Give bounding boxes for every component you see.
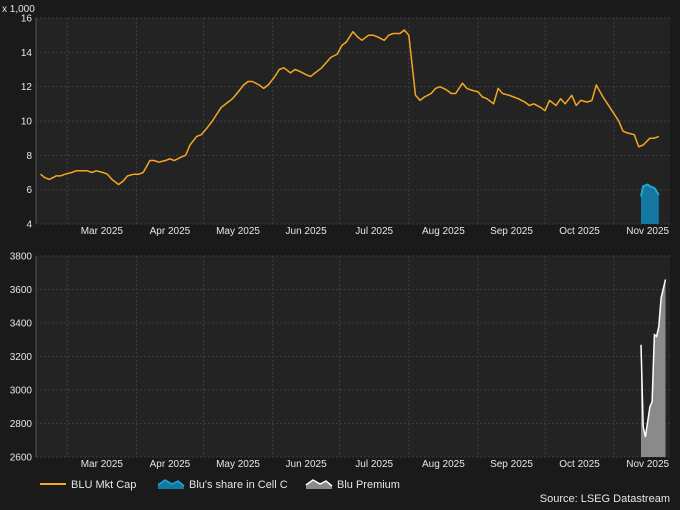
x-tick-label: May 2025 xyxy=(216,226,260,237)
y-tick-label: 12 xyxy=(21,82,33,93)
x-tick-label: Apr 2025 xyxy=(150,226,191,237)
y-tick-label: 3600 xyxy=(10,285,33,296)
y-multiplier-label: x 1,000 xyxy=(2,4,35,15)
y-tick-label: 3400 xyxy=(10,319,33,330)
y-tick-label: 4 xyxy=(26,220,32,231)
lower-panel: 2600 2800 3000 3200 3400 3600 3800 Mar 2025 Apr … xyxy=(10,252,670,470)
legend-label: Blu's share in Cell C xyxy=(189,479,288,491)
x-tick-label: Mar 2025 xyxy=(81,459,124,470)
x-tick-label: Sep 2025 xyxy=(490,226,533,237)
y-tick-label: 6 xyxy=(26,185,32,196)
y-tick-label: 10 xyxy=(21,117,33,128)
y-tick-label: 3200 xyxy=(10,352,33,363)
upper-panel: 4 6 8 10 12 14 16 Mar 2025 Apr 2025 May 2025 Jun 2… xyxy=(2,4,670,237)
legend-item: Blu Premium xyxy=(305,479,400,491)
y-tick-label: 3000 xyxy=(10,386,33,397)
x-tick-label: May 2025 xyxy=(216,459,260,470)
x-tick-label: Nov 2025 xyxy=(626,226,669,237)
x-tick-label: Jul 2025 xyxy=(355,459,393,470)
x-tick-label: Nov 2025 xyxy=(626,459,669,470)
legend-item: BLU Mkt Cap xyxy=(40,479,136,491)
y-tick-label: 8 xyxy=(26,151,32,162)
x-tick-label: Jun 2025 xyxy=(286,459,328,470)
legend: BLU Mkt Cap Blu's share in Cell C Blu Prem… xyxy=(40,479,400,491)
chart-figure: 4 6 8 10 12 14 16 Mar 2025 Apr 2025 May 2025 Jun 2… xyxy=(0,0,680,510)
y-tick-label: 2600 xyxy=(10,453,33,464)
x-tick-label: Oct 2025 xyxy=(559,459,600,470)
x-tick-label: Apr 2025 xyxy=(150,459,191,470)
y-tick-label: 3800 xyxy=(10,252,33,263)
legend-label: Blu Premium xyxy=(337,479,400,491)
x-tick-label: Aug 2025 xyxy=(422,459,465,470)
x-tick-label: Jun 2025 xyxy=(286,226,328,237)
legend-label: BLU Mkt Cap xyxy=(71,479,136,491)
x-tick-label: Aug 2025 xyxy=(422,226,465,237)
y-tick-label: 2800 xyxy=(10,419,33,430)
y-tick-label: 16 xyxy=(21,14,33,25)
source-label: Source: LSEG Datastream xyxy=(540,493,670,505)
x-tick-label: Sep 2025 xyxy=(490,459,533,470)
y-tick-label: 14 xyxy=(21,48,33,59)
x-tick-label: Mar 2025 xyxy=(81,226,124,237)
chart-canvas: 4 6 8 10 12 14 16 Mar 2025 Apr 2025 May 2025 Jun 2… xyxy=(2,4,670,505)
x-tick-label: Oct 2025 xyxy=(559,226,600,237)
x-tick-label: Jul 2025 xyxy=(355,226,393,237)
legend-item: Blu's share in Cell C xyxy=(157,479,288,491)
